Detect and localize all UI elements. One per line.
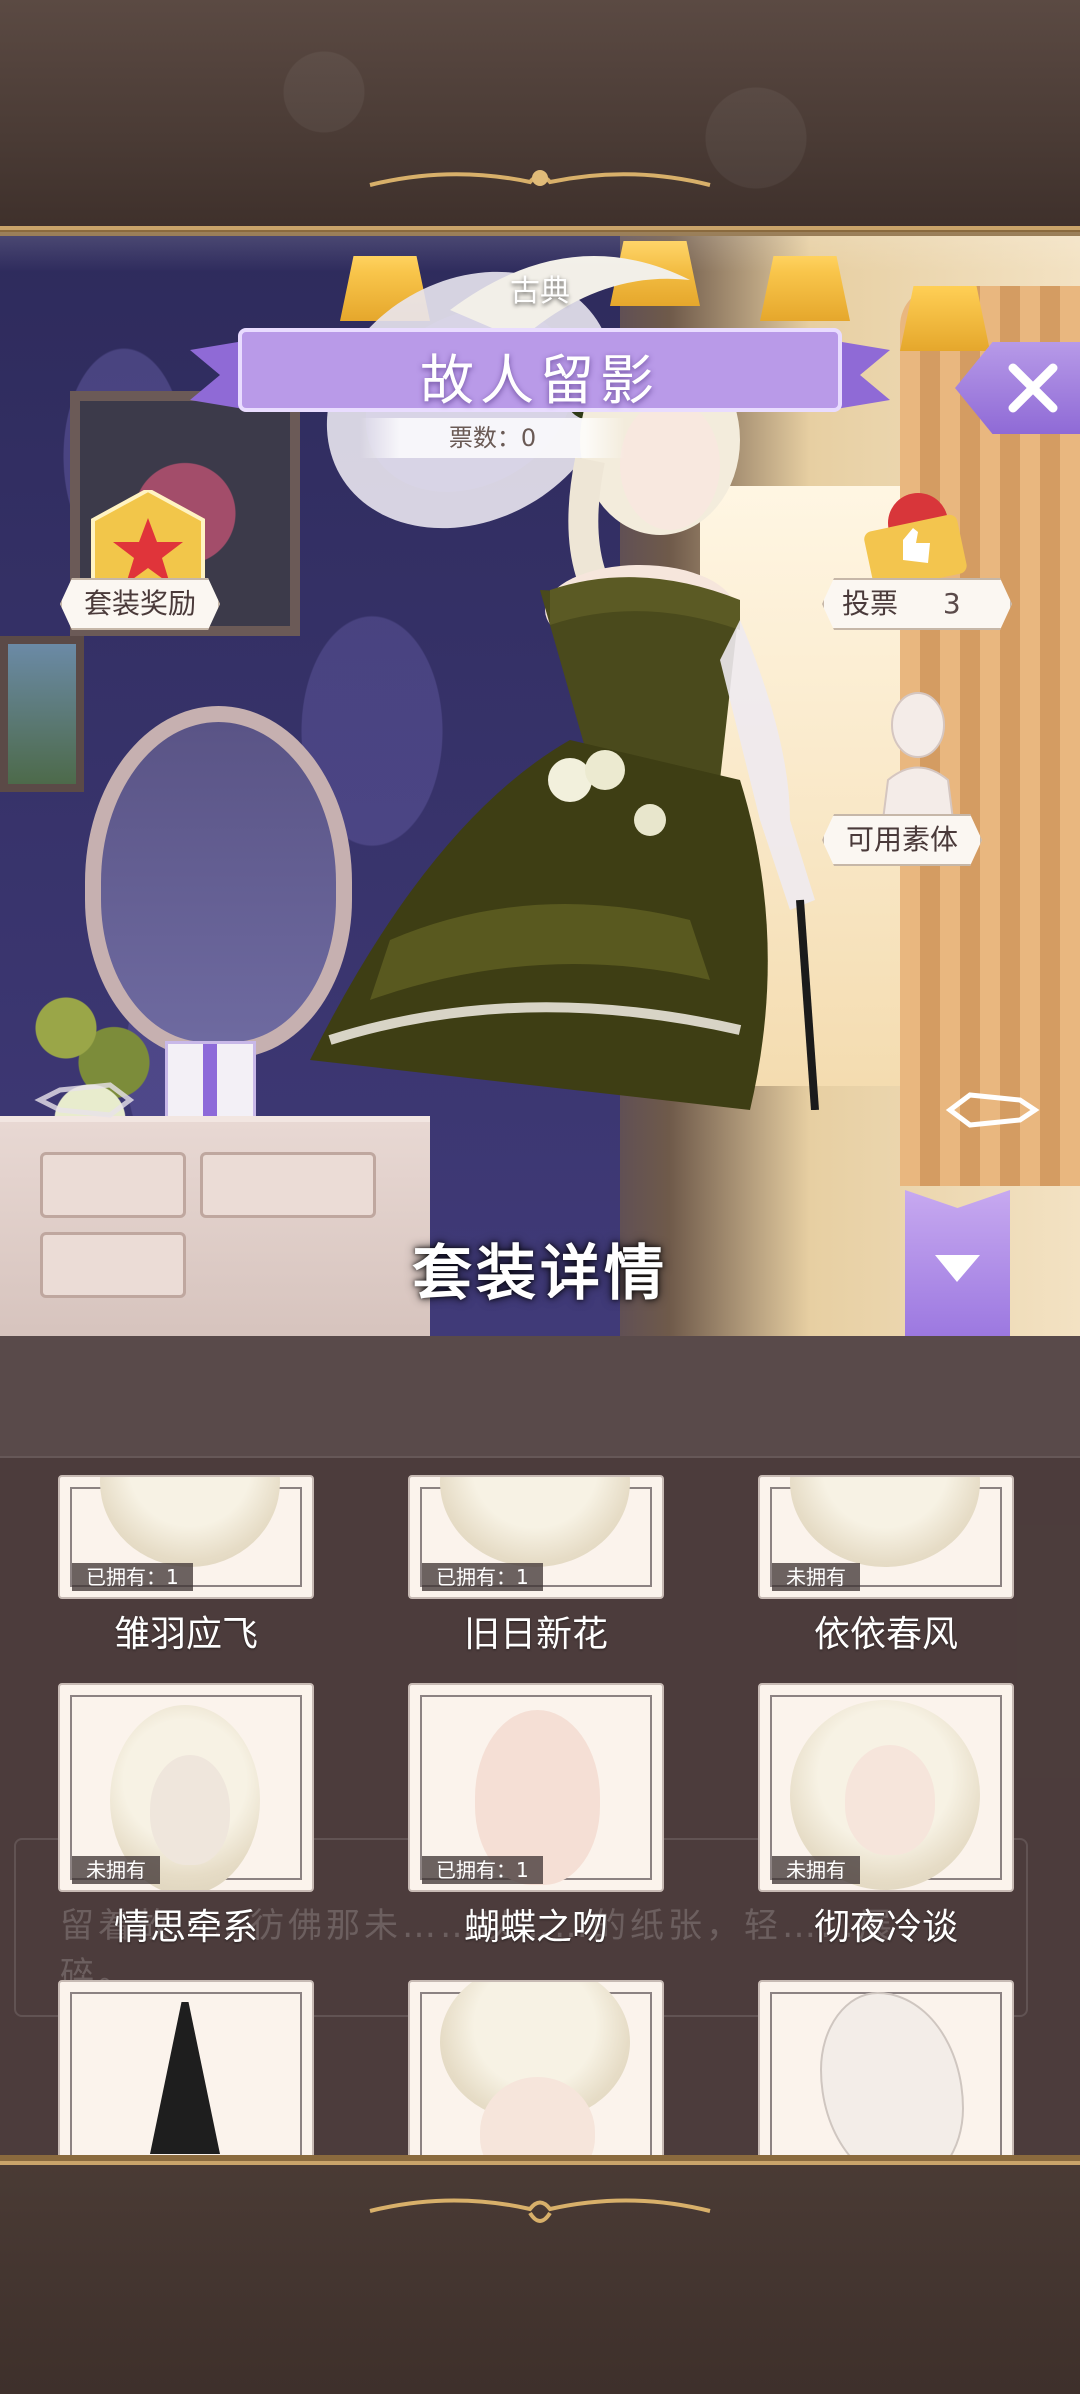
prev-arrow-icon[interactable] bbox=[30, 1070, 140, 1130]
category-label: 古典 bbox=[510, 274, 570, 309]
list-item[interactable] bbox=[408, 1980, 664, 2155]
suit-reward-button[interactable]: 套装奖励 bbox=[60, 578, 220, 630]
item-name: 情思牵系 bbox=[113, 1907, 258, 1948]
item-name: 彻夜冷谈 bbox=[813, 1907, 958, 1948]
list-item[interactable]: 未拥有 彻夜冷谈 bbox=[758, 1683, 1014, 1950]
list-item[interactable]: 已拥有：1 旧日新花 bbox=[408, 1475, 664, 1690]
list-item[interactable]: 未拥有 情思牵系 bbox=[58, 1683, 314, 1950]
available-material-label: 可用素体 bbox=[846, 823, 959, 856]
item-name: 依依春风 bbox=[813, 1614, 958, 1655]
list-item[interactable]: 已拥有：1 雏羽应飞 bbox=[58, 1475, 314, 1690]
ownership-badge: 已拥有：1 bbox=[422, 1563, 543, 1591]
suit-reward-label: 套装奖励 bbox=[84, 587, 197, 620]
ownership-badge: 未拥有 bbox=[772, 1563, 860, 1591]
ownership-badge: 已拥有：1 bbox=[422, 1856, 543, 1884]
list-item[interactable]: 未拥有 依依春风 bbox=[758, 1475, 1014, 1690]
bottom-frame bbox=[0, 2155, 1080, 2394]
list-item[interactable] bbox=[58, 1980, 314, 2155]
vote-count: 3 bbox=[942, 587, 961, 620]
gold-ornament-icon bbox=[369, 2198, 711, 2223]
item-name: 旧日新花 bbox=[463, 1614, 608, 1655]
item-name: 蝴蝶之吻 bbox=[463, 1907, 608, 1948]
suit-title: 故人留影 bbox=[420, 349, 660, 412]
close-icon bbox=[1008, 363, 1057, 413]
ownership-badge: 未拥有 bbox=[772, 1856, 860, 1884]
gift-box-icon bbox=[165, 1041, 256, 1119]
ownership-badge: 未拥有 bbox=[72, 1856, 160, 1884]
item-name: 雏羽应飞 bbox=[113, 1614, 258, 1655]
suit-title-banner: 故人留影 bbox=[190, 320, 890, 420]
list-item[interactable]: 已拥有：1 蝴蝶之吻 bbox=[408, 1683, 664, 1950]
collapse-panel-button[interactable] bbox=[905, 1190, 1010, 1340]
wall-painting-small bbox=[0, 636, 84, 792]
votes-count: 票数：0 bbox=[360, 418, 625, 458]
panel-header-strip bbox=[0, 1336, 1080, 1458]
available-material-button[interactable]: 可用素体 bbox=[822, 814, 982, 866]
vote-label: 投票 bbox=[842, 587, 899, 620]
list-item[interactable] bbox=[758, 1980, 1014, 2155]
vote-button[interactable]: 投票 3 bbox=[822, 578, 1012, 630]
mannequin-icon[interactable] bbox=[878, 690, 958, 820]
ownership-badge: 已拥有：1 bbox=[72, 1563, 193, 1591]
triangle-down-icon bbox=[935, 1255, 980, 1282]
next-arrow-icon[interactable] bbox=[940, 1080, 1040, 1140]
